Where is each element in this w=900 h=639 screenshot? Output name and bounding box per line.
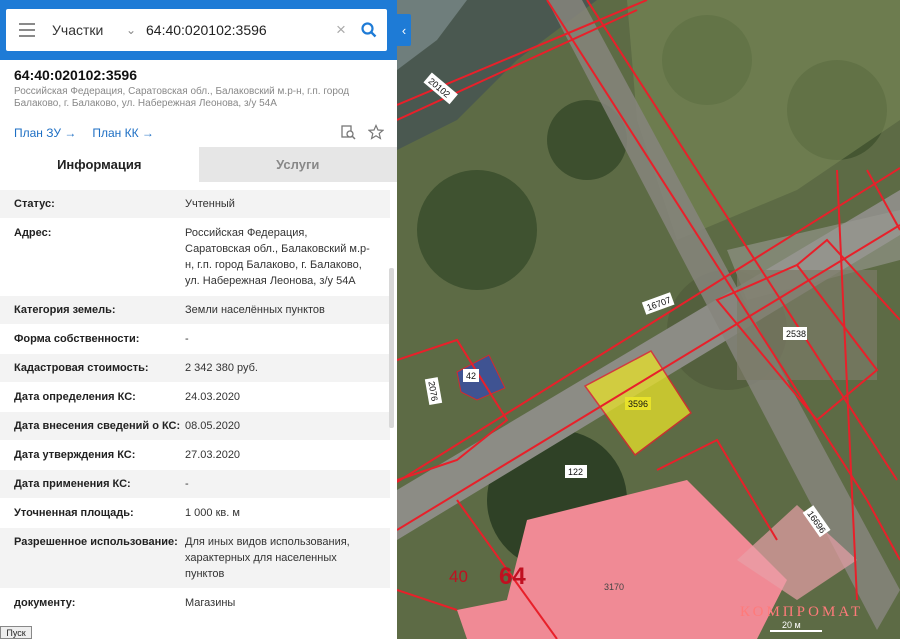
- info-row-key: Форма собственности:: [14, 333, 140, 345]
- info-row: Дата утверждения КС: 27.03.2020: [0, 441, 390, 470]
- parcel-address: Российская Федерация, Саратовская обл., …: [14, 86, 384, 110]
- search-input[interactable]: 64:40:020102:3596: [146, 22, 331, 38]
- search-box: Участки ⌄ 64:40:020102:3596 ×: [6, 9, 387, 51]
- parcel-header: 64:40:020102:3596 Российская Федерация, …: [14, 67, 384, 110]
- search-category-select[interactable]: Участки: [52, 22, 120, 38]
- parcel-address-line: Российская Федерация, Саратовская обл., …: [14, 86, 350, 97]
- plan-links: План ЗУ → План КК →: [14, 126, 154, 140]
- info-row: Форма собственности: -: [0, 325, 390, 354]
- map-view[interactable]: 20102 16707 2538 42 2076 3596 122 16696 …: [397, 0, 900, 639]
- collapse-panel-button[interactable]: ‹: [397, 14, 411, 46]
- map-label-3596: 3596: [628, 399, 648, 409]
- plan-zu-link[interactable]: План ЗУ →: [14, 126, 76, 140]
- map-label-42: 42: [466, 371, 476, 381]
- info-row-value: -: [185, 478, 189, 490]
- map-scale-label: 20 м: [782, 620, 801, 630]
- info-row-key: Разрешенное использование:: [14, 536, 178, 548]
- info-row-value: 27.03.2020: [185, 449, 241, 461]
- map-label-122: 122: [568, 467, 583, 477]
- parcel-address-line: Балаково, г. Балаково, ул. Набережная Ле…: [14, 98, 277, 109]
- clear-icon[interactable]: ×: [331, 20, 351, 40]
- info-row: Дата внесения сведений о КС: 08.05.2020: [0, 412, 390, 441]
- search-icon: [361, 22, 377, 38]
- info-row-value: 1 000 кв. м: [185, 507, 240, 519]
- info-row: Уточненная площадь: 1 000 кв. м: [0, 499, 390, 528]
- info-row-value: 08.05.2020: [185, 420, 241, 432]
- info-row: Статус: Учтенный: [0, 190, 390, 219]
- info-row-value: 2 342 380 руб.: [185, 362, 258, 374]
- info-row-key: Адрес:: [14, 227, 52, 239]
- tab-info[interactable]: Информация: [0, 147, 199, 182]
- map-label-64: 64: [499, 563, 526, 590]
- panel-tabs: Информация Услуги: [0, 147, 397, 182]
- info-row-key: Категория земель:: [14, 304, 116, 316]
- info-row: Кадастровая стоимость: 2 342 380 руб.: [0, 354, 390, 383]
- panel-tools: [340, 124, 384, 140]
- info-row-key: Дата утверждения КС:: [14, 449, 136, 461]
- info-row: Дата определения КС: 24.03.2020: [0, 383, 390, 412]
- info-row: Дата применения КС: -: [0, 470, 390, 499]
- info-row-value: Для иных видов использования, характерны…: [185, 536, 350, 580]
- info-row: документу: Магазины: [0, 589, 390, 618]
- map-label-3170: 3170: [604, 582, 624, 592]
- tree-cluster: [417, 170, 537, 290]
- chevron-left-icon: ‹: [401, 22, 407, 38]
- info-row-value: -: [185, 333, 189, 345]
- info-row-value: Магазины: [185, 597, 236, 609]
- scrollbar[interactable]: [389, 268, 394, 428]
- menu-icon[interactable]: [6, 9, 48, 51]
- start-button[interactable]: Пуск: [0, 626, 32, 639]
- info-row-key: Дата внесения сведений о КС:: [14, 420, 181, 432]
- map-scale: 20 м: [770, 620, 822, 634]
- info-row-key: Дата определения КС:: [14, 391, 136, 403]
- info-row-key: документу:: [14, 597, 76, 609]
- houses-area: [737, 270, 877, 380]
- info-row-key: Уточненная площадь:: [14, 507, 134, 519]
- info-row-key: Дата применения КС:: [14, 478, 131, 490]
- info-panel: Участки ⌄ 64:40:020102:3596 × 64:40:0201…: [0, 0, 397, 639]
- chevron-down-icon[interactable]: ⌄: [120, 23, 142, 37]
- map-canvas[interactable]: 20102 16707 2538 42 2076 3596 122 16696 …: [397, 0, 900, 639]
- info-table: Статус: Учтенный Адрес: Российская Федераци…: [0, 190, 390, 618]
- map-label-40: 40: [449, 567, 468, 586]
- document-search-icon[interactable]: [340, 124, 356, 140]
- search-bar: Участки ⌄ 64:40:020102:3596 ×: [0, 0, 397, 60]
- map-scale-bar: [770, 630, 822, 632]
- plan-kk-link[interactable]: План КК →: [92, 126, 154, 140]
- info-row-key: Статус:: [14, 198, 55, 210]
- info-row: Категория земель: Земли населённых пункто…: [0, 296, 390, 325]
- info-row: Адрес: Российская Федерация, Саратовская …: [0, 219, 390, 296]
- star-icon[interactable]: [368, 124, 384, 140]
- info-row-value: Российская Федерация, Саратовская обл., …: [185, 227, 370, 287]
- info-row-value: 24.03.2020: [185, 391, 241, 403]
- tab-services[interactable]: Услуги: [198, 147, 397, 182]
- info-row-value: Учтенный: [185, 198, 235, 210]
- info-row-key: Кадастровая стоимость:: [14, 362, 149, 374]
- watermark: КОМПРОМАТ: [740, 604, 864, 620]
- parcel-title: 64:40:020102:3596: [14, 67, 137, 83]
- info-row: Разрешенное использование: Для иных видов…: [0, 528, 390, 589]
- map-label-2538: 2538: [786, 329, 806, 339]
- search-button[interactable]: [351, 9, 387, 51]
- info-row-value: Земли населённых пунктов: [185, 304, 325, 316]
